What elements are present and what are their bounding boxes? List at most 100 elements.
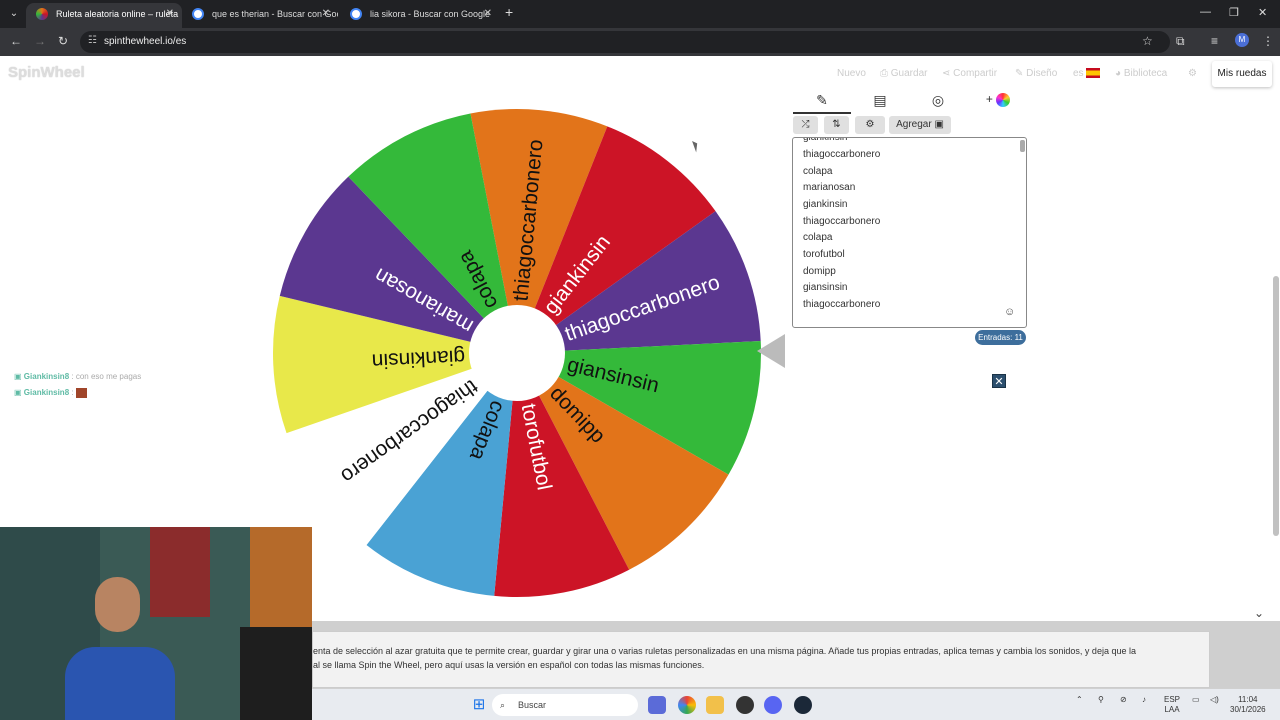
chat-username: Giankinsin8 — [23, 388, 70, 398]
file-explorer-icon[interactable] — [706, 696, 724, 714]
webcam-overlay — [0, 527, 312, 720]
chat-message: : — [71, 388, 74, 398]
reload-icon[interactable]: ↻ — [58, 34, 68, 48]
tab-ruleta[interactable]: Ruleta aleatoria online – ruleta ✕ — [26, 3, 182, 28]
google-icon — [350, 8, 362, 20]
mute-icon[interactable]: ⊘ — [1120, 695, 1127, 705]
nav-share[interactable]: ⋖ Compartir — [942, 68, 997, 79]
nav-new[interactable]: Nuevo — [837, 68, 866, 79]
entries-count-badge: Entradas: 11 — [975, 330, 1026, 345]
clock[interactable]: 11:04 30/1/2026 — [1230, 695, 1266, 715]
site-info-icon[interactable]: ☷ — [88, 35, 97, 46]
description-line: al se llama Spin the Wheel, pero aquí us… — [313, 660, 705, 670]
new-tab-button[interactable]: + — [505, 4, 513, 20]
obs-icon[interactable] — [736, 696, 754, 714]
taskbar-search[interactable]: ⌕ Buscar — [492, 694, 638, 716]
nav-library[interactable]: ◕ Biblioteca — [1115, 68, 1167, 79]
chrome-icon[interactable] — [678, 696, 696, 714]
spin-wheel[interactable]: thiagoccarbonerogiankinsinthiagoccarbone… — [270, 106, 764, 600]
language-indicator[interactable]: ESP LAA — [1164, 695, 1180, 715]
bookmark-star-icon[interactable]: ☆ — [1142, 34, 1153, 48]
clock-date: 30/1/2026 — [1230, 705, 1266, 714]
tab-therian[interactable]: que es therian - Buscar con Goo ✕ — [182, 3, 338, 28]
display-icon[interactable]: ▭ — [1192, 695, 1200, 705]
search-icon: ⌕ — [500, 700, 506, 710]
add-image-button[interactable]: Agregar ▣ — [889, 116, 951, 134]
extensions-icon[interactable]: ⧉ — [1176, 34, 1185, 49]
volume-icon[interactable]: ◁) — [1210, 695, 1219, 705]
menu-icon[interactable]: ⋮ — [1262, 34, 1274, 48]
tab-add-color-icon[interactable]: + — [969, 92, 1027, 114]
minimize-icon[interactable]: — — [1200, 6, 1211, 18]
tab-hidden-eye-icon[interactable]: ◎ — [909, 92, 967, 114]
url-field[interactable]: ☷ spinthewheel.io/es — [80, 31, 1170, 53]
profile-avatar[interactable]: M — [1235, 33, 1249, 47]
media-icon[interactable]: ≡ — [1211, 34, 1218, 48]
settings-gear-icon[interactable]: ⚙ — [855, 116, 885, 134]
add-image-label: Agregar — [896, 119, 932, 130]
close-icon[interactable]: ✕ — [484, 3, 492, 25]
network-icon[interactable]: ⚲ — [1098, 695, 1104, 705]
taskbar: ⊞ ⌕ Buscar ⌃ ⚲ ⊘ ♪ ESP LAA ▭ ◁) 11:04 30… — [312, 688, 1280, 720]
webcam-person — [65, 647, 175, 720]
tab-title: Ruleta aleatoria online – ruleta — [56, 9, 179, 19]
wheel-pointer — [757, 334, 785, 368]
chat-message: : con eso me pagas — [71, 372, 142, 381]
teams-icon[interactable] — [648, 696, 666, 714]
color-wheel-icon — [996, 92, 1011, 107]
chevron-down-icon[interactable]: ⌄ — [1254, 606, 1264, 620]
tab-edit-pencil-icon[interactable]: ✎ — [793, 92, 851, 114]
chat-badge-icon: ▣ — [14, 372, 22, 381]
shuffle-icon[interactable]: ⤮ — [793, 116, 818, 134]
tray-chevron-icon[interactable]: ⌃ — [1076, 695, 1083, 705]
list-item: colapa — [803, 166, 833, 177]
steam-icon[interactable] — [794, 696, 812, 714]
tab-lia-sikora[interactable]: lia sikora - Buscar con Google ✕ — [340, 3, 500, 28]
chat-badge-icon: ▣ — [14, 388, 22, 398]
back-icon[interactable]: ← — [10, 34, 22, 48]
chat-line: ▣ Giankinsin8 : — [14, 388, 87, 398]
windows-start-icon[interactable]: ⊞ — [470, 696, 488, 714]
chat-username: Giankinsin8 — [23, 372, 70, 381]
list-item: giansinsin — [803, 282, 848, 293]
forward-icon[interactable]: → — [34, 34, 46, 48]
tab-search-icon[interactable]: ⌄ — [6, 6, 22, 22]
taskbar-search-label: Buscar — [518, 700, 547, 710]
nav-design[interactable]: ✎ Diseño — [1015, 68, 1057, 79]
site-logo[interactable]: SpinWheel — [8, 64, 85, 81]
tab-title: que es therian - Buscar con Goo — [212, 9, 338, 19]
nav-language-label: es — [1073, 68, 1084, 79]
nav-save-label: Guardar — [890, 68, 928, 79]
tab-title: lia sikora - Buscar con Google — [370, 9, 491, 19]
discord-icon[interactable] — [764, 696, 782, 714]
nav-library-label: Biblioteca — [1123, 68, 1168, 79]
settings-gear-icon[interactable]: ⚙ — [1188, 68, 1197, 79]
nav-language[interactable]: es — [1073, 68, 1101, 79]
close-window-icon[interactable]: ✕ — [1258, 6, 1267, 19]
list-item: torofutbol — [803, 249, 845, 260]
emoji-icon[interactable]: ☺ — [1004, 306, 1015, 318]
wheel-center[interactable] — [469, 305, 565, 401]
nav-share-label: Compartir — [953, 68, 998, 79]
list-scrollbar[interactable] — [1020, 140, 1025, 152]
page-scrollbar-thumb[interactable] — [1273, 276, 1279, 536]
nav-design-label: Diseño — [1026, 68, 1058, 79]
mic-icon[interactable]: ♪ — [1142, 695, 1146, 705]
panel-tabs: ✎ ▤ ◎ + — [793, 92, 1023, 114]
sort-icon[interactable]: ⇅ — [824, 116, 849, 134]
maximize-icon[interactable]: ❐ — [1229, 6, 1239, 19]
my-wheels-button[interactable]: Mis ruedas — [1212, 61, 1272, 87]
description-line: enta de selección al azar gratuita que t… — [313, 646, 1136, 656]
tab-bar: ⌄ Ruleta aleatoria online – ruleta ✕ que… — [0, 0, 1280, 28]
close-icon[interactable]: ✕ — [992, 374, 1006, 388]
wheel-favicon-icon — [36, 8, 48, 20]
close-icon[interactable]: ✕ — [322, 3, 330, 25]
entries-textarea[interactable]: giankinsin thiagoccarbonero colapa maria… — [792, 137, 1027, 328]
webcam-face — [95, 577, 140, 632]
close-icon[interactable]: ✕ — [166, 3, 174, 25]
description-box: enta de selección al azar gratuita que t… — [312, 631, 1210, 688]
list-item: giankinsin — [803, 199, 848, 210]
nav-save[interactable]: ⎙ Guardar — [880, 68, 927, 79]
tab-results-clipboard-icon[interactable]: ▤ — [851, 92, 909, 114]
list-item: domipp — [803, 266, 836, 277]
